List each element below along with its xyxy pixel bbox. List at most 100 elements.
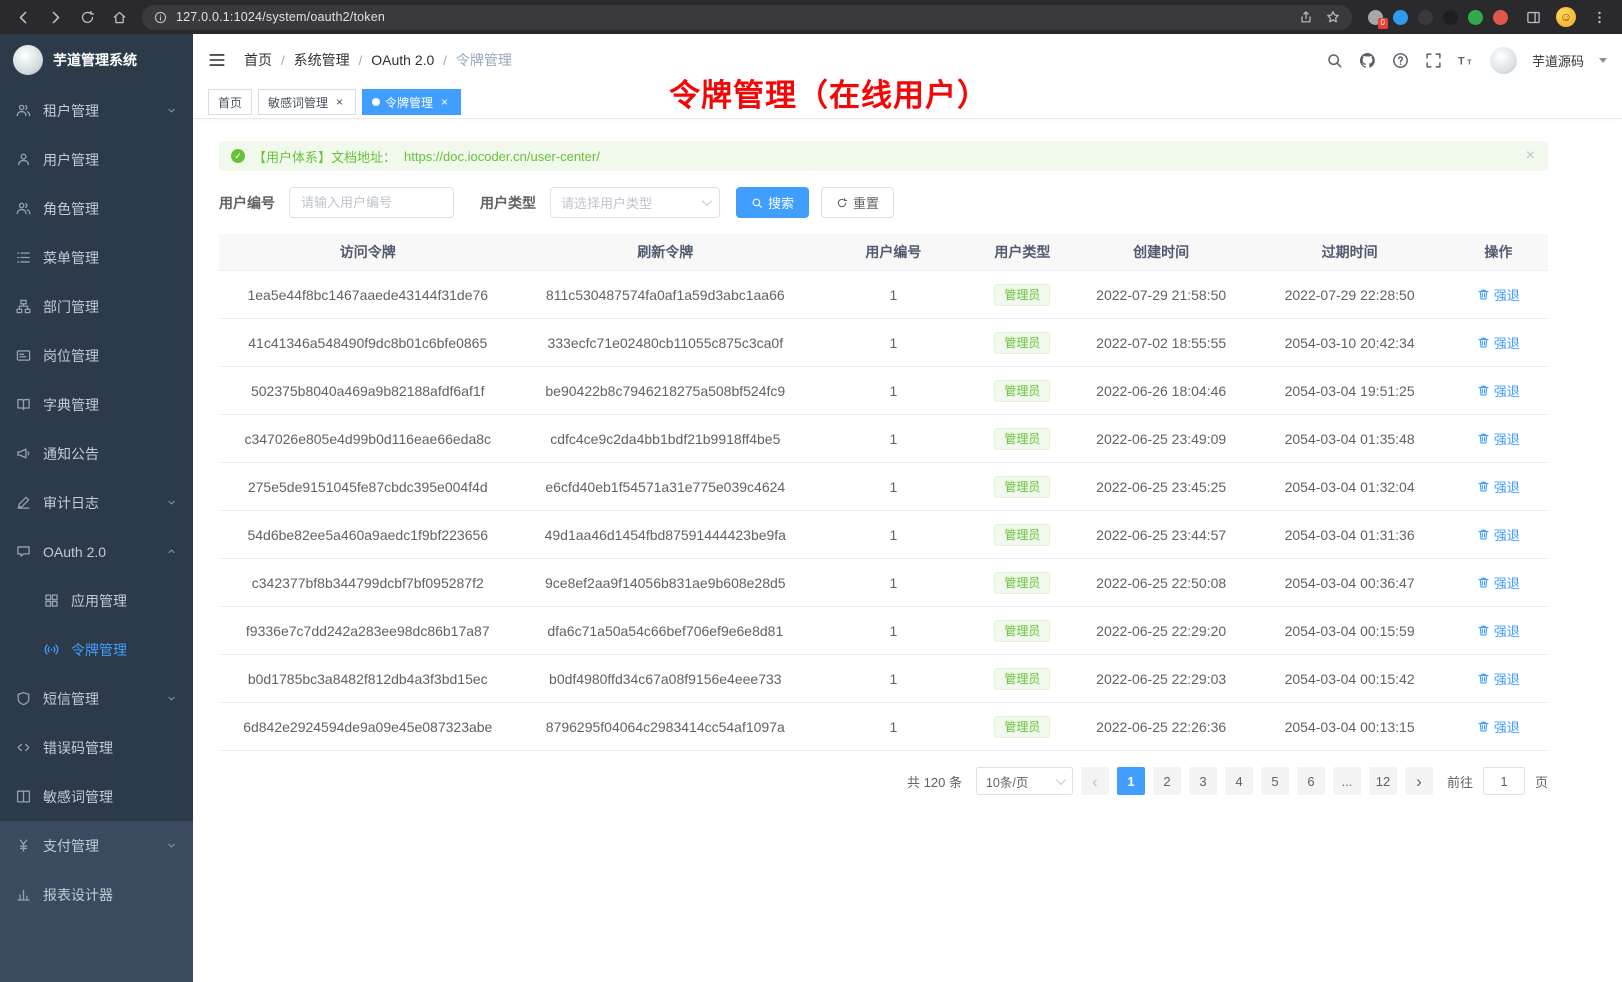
sidebar-item-audit-log[interactable]: 审计日志 [0,478,193,527]
sidebar-item-pay[interactable]: 支付管理 [0,821,193,870]
sidebar-item-oauth2-app[interactable]: 应用管理 [0,576,193,625]
force-logout-button[interactable]: 强退 [1477,621,1520,640]
sidebar-item-sms[interactable]: 短信管理 [0,674,193,723]
view-tab-1[interactable]: 敏感词管理 [258,89,356,115]
collapse-sidebar-icon[interactable] [208,51,226,69]
extension-dark-icon[interactable] [1418,10,1433,25]
view-tab-0[interactable]: 首页 [208,89,252,115]
force-logout-button[interactable]: 强退 [1477,669,1520,688]
sidebar-item-post[interactable]: 岗位管理 [0,331,193,380]
question-icon[interactable] [1392,52,1409,69]
force-logout-label: 强退 [1494,525,1520,544]
user-type-cell: 管理员 [973,476,1072,498]
user-name[interactable]: 芋道源码 [1532,51,1584,70]
sidebar-item-tenant[interactable]: 租户管理 [0,86,193,135]
extension-red-icon[interactable] [1493,10,1508,25]
doc-link[interactable]: https://doc.iocoder.cn/user-center/ [404,149,600,164]
sidebar-item-dict[interactable]: 字典管理 [0,380,193,429]
column-header: 访问令牌 [219,242,517,262]
user-id-input[interactable] [289,187,454,218]
search-button[interactable]: 搜索 [736,187,809,218]
page-button-4[interactable]: 4 [1225,767,1253,795]
page-button-5[interactable]: 5 [1261,767,1289,795]
force-logout-label: 强退 [1494,477,1520,496]
alert-close-icon[interactable] [1526,147,1535,165]
forward-icon[interactable] [46,8,64,26]
user-type-cell: 管理员 [973,716,1072,738]
breadcrumb-item[interactable]: 系统管理 [294,50,350,70]
create-time-cell: 2022-06-25 23:49:09 [1072,431,1251,447]
page-button-3[interactable]: 3 [1189,767,1217,795]
reload-icon[interactable] [78,8,96,26]
sidebar-item-oauth2-token[interactable]: 令牌管理 [0,625,193,674]
page-button-6[interactable]: 6 [1297,767,1325,795]
address-bar[interactable]: 127.0.0.1:1024/system/oauth2/token [142,5,1352,30]
sidebar-item-label: 通知公告 [43,444,99,464]
force-logout-button[interactable]: 强退 [1477,573,1520,592]
tab-close-icon[interactable] [333,96,346,109]
fontsize-icon[interactable]: TT [1458,52,1475,69]
back-icon[interactable] [14,8,32,26]
extension-black-icon[interactable] [1443,10,1458,25]
side-panel-icon[interactable] [1524,8,1542,26]
create-time-cell: 2022-06-25 22:50:08 [1072,575,1251,591]
sidebar-item-error-code[interactable]: 错误码管理 [0,723,193,772]
breadcrumb: 首页/系统管理/OAuth 2.0/令牌管理 [244,50,512,70]
chevron-down-icon[interactable] [1599,58,1607,63]
refresh-icon [836,197,848,209]
next-page-button[interactable] [1405,767,1433,795]
force-logout-label: 强退 [1494,573,1520,592]
user-type-select[interactable]: 请选择用户类型 [550,187,720,218]
more-pages-button[interactable]: ... [1333,767,1361,795]
sidebar-item-sensitive-word[interactable]: 敏感词管理 [0,772,193,821]
prev-page-button[interactable] [1081,767,1109,795]
page-button-12[interactable]: 12 [1369,767,1397,795]
sidebar-item-notice[interactable]: 通知公告 [0,429,193,478]
breadcrumb-item[interactable]: 首页 [244,50,272,70]
force-logout-button[interactable]: 强退 [1477,717,1520,736]
tab-close-icon[interactable] [438,96,451,109]
sidebar-item-label: 角色管理 [43,199,99,219]
force-logout-button[interactable]: 强退 [1477,477,1520,496]
force-logout-button[interactable]: 强退 [1477,381,1520,400]
sidebar-item-role[interactable]: 角色管理 [0,184,193,233]
user-avatar[interactable] [1490,47,1517,74]
extension-green-icon[interactable] [1468,10,1483,25]
expire-time-cell: 2054-03-04 00:15:42 [1250,671,1448,687]
goto-page-input[interactable] [1483,767,1525,795]
app-logo[interactable]: 芋道管理系统 [0,34,193,86]
sidebar-item-report-designer[interactable]: 报表设计器 [0,870,193,919]
browser-menu-icon[interactable] [1590,8,1608,26]
page-button-1[interactable]: 1 [1117,767,1145,795]
extension-blue-icon[interactable] [1393,10,1408,25]
table-row: c347026e805e4d99b0d116eae66eda8ccdfc4ce9… [219,415,1548,463]
chevron-down-icon [1056,775,1066,785]
site-info-icon[interactable] [154,11,167,24]
expire-time-cell: 2022-07-29 22:28:50 [1250,287,1448,303]
force-logout-button[interactable]: 强退 [1477,285,1520,304]
github-icon[interactable] [1359,52,1376,69]
create-time-cell: 2022-06-25 23:45:25 [1072,479,1251,495]
main-area: 令牌管理（在线用户） 首页/系统管理/OAuth 2.0/令牌管理 TT 芋道源… [193,34,1622,982]
sidebar-item-dept[interactable]: 部门管理 [0,282,193,331]
breadcrumb-separator: / [359,53,363,68]
sidebar-item-oauth2[interactable]: OAuth 2.0 [0,527,193,576]
force-logout-button[interactable]: 强退 [1477,429,1520,448]
fullscreen-icon[interactable] [1425,52,1442,69]
sidebar-item-menu[interactable]: 菜单管理 [0,233,193,282]
force-logout-button[interactable]: 强退 [1477,525,1520,544]
home-icon[interactable] [110,8,128,26]
tab-label: 首页 [218,94,242,111]
view-tab-2[interactable]: 令牌管理 [362,89,461,115]
extension-puzzle-icon[interactable]: 0 [1368,10,1383,25]
reset-button[interactable]: 重置 [821,187,894,218]
page-size-select[interactable]: 10条/页 [976,767,1073,795]
share-icon[interactable] [1299,10,1313,24]
breadcrumb-item[interactable]: OAuth 2.0 [371,52,434,68]
page-button-2[interactable]: 2 [1153,767,1181,795]
force-logout-button[interactable]: 强退 [1477,333,1520,352]
sidebar-item-user[interactable]: 用户管理 [0,135,193,184]
search-icon[interactable] [1326,52,1343,69]
browser-profile-avatar[interactable] [1556,7,1576,27]
bookmark-star-icon[interactable] [1326,10,1340,24]
